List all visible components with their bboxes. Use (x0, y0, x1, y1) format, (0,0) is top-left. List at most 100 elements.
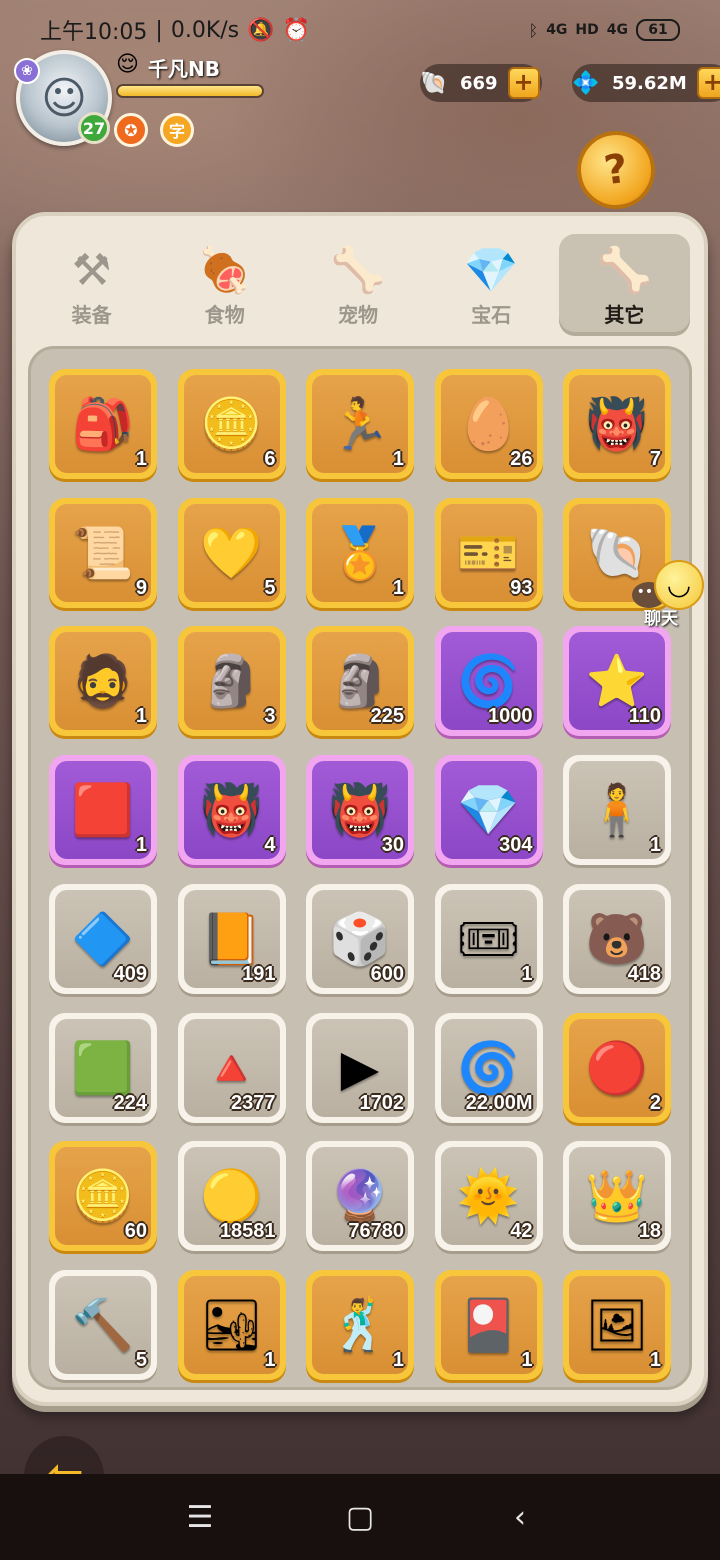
item-count: 409 (113, 962, 147, 985)
item-count: 225 (370, 705, 404, 728)
inventory-item[interactable]: 🎲 600 (306, 883, 414, 994)
net-speed: 0.0K/s (170, 17, 240, 43)
caveman-portrait-icon: 🧔 (71, 652, 135, 711)
add-diamond-button[interactable]: + (696, 67, 720, 99)
green-totem-icon: 🗿 (200, 652, 263, 711)
inventory-item[interactable]: 🔺 2377 (177, 1012, 286, 1123)
tab-pets[interactable]: 🦴 宠物 (292, 234, 423, 336)
inventory-item[interactable]: ▶ 1702 (306, 1012, 414, 1123)
title-badge-icon[interactable]: 字 (160, 113, 194, 147)
rainbow-crystal-icon: 🔮 (328, 1167, 392, 1226)
inventory-item[interactable]: 🟥 1 (49, 755, 157, 866)
inventory-item[interactable]: 🎴 1 (434, 1269, 543, 1380)
inventory-item[interactable]: 🟡 18581 (177, 1141, 286, 1252)
inventory-item[interactable]: 🕺 1 (306, 1269, 414, 1380)
item-count: 224 (113, 1091, 147, 1114)
tab-gems[interactable]: 💎 宝石 (426, 234, 557, 336)
inventory-item[interactable]: 🔨 5 (49, 1269, 157, 1380)
tab-equipment[interactable]: ⚒ 装备 (26, 234, 157, 336)
gem-icon: 💎 (463, 245, 519, 296)
question-coin-icon: ? (571, 125, 661, 215)
mute-icon: 🔕 (247, 17, 275, 43)
castle-scroll-icon: 📜 (71, 523, 135, 582)
red-ticket-icon: 🔺 (200, 1038, 263, 1097)
inventory-item[interactable]: 🌀 22.00M (434, 1012, 543, 1123)
inventory-item[interactable]: 👹 4 (177, 755, 286, 866)
inventory-item[interactable]: 👹 7 (563, 369, 671, 479)
inventory-item[interactable]: 🪙 60 (49, 1141, 157, 1252)
inventory-item[interactable]: 🎫 93 (434, 497, 543, 608)
inventory-item[interactable]: 👑 18 (563, 1141, 671, 1252)
inventory-item[interactable]: 👹 30 (306, 755, 414, 866)
inventory-item[interactable]: 🧔 1 (49, 626, 157, 737)
inventory-item[interactable]: 🏜 1 (177, 1269, 286, 1380)
item-count: 600 (370, 962, 404, 985)
inventory-item[interactable]: 🟩 224 (49, 1012, 157, 1123)
chat-label: 聊天 (644, 609, 678, 629)
gold-char-coin-icon: 🟡 (200, 1167, 263, 1226)
add-shell-button[interactable]: + (507, 67, 540, 99)
gold-coin-icon: 🪙 (200, 395, 263, 453)
item-count: 1 (264, 1348, 276, 1371)
inventory-item[interactable]: 🖼 1 (563, 1269, 671, 1380)
battery-icon: 61 (636, 19, 680, 41)
inventory-item[interactable]: 📜 9 (49, 497, 157, 608)
figure-card-icon: 🧍 (585, 781, 649, 840)
menu-nav-icon[interactable]: ☰ (170, 1500, 230, 1535)
item-count: 5 (264, 576, 276, 599)
inventory-item[interactable]: 💎 304 (434, 755, 543, 866)
inventory-item[interactable]: 🥚 26 (434, 369, 543, 479)
medal-icon: 🏅 (328, 523, 392, 582)
home-nav-icon[interactable]: ▢ (330, 1500, 390, 1535)
star-sticks-icon: ⭐ (585, 652, 649, 711)
currency-diamond: 💠 59.62M + (572, 64, 720, 102)
red-card-icon: 🟥 (71, 781, 135, 840)
inventory-item[interactable]: 🔮 76780 (306, 1141, 414, 1252)
item-count: 1 (135, 834, 147, 857)
item-count: 1 (521, 1348, 533, 1371)
inventory-item[interactable]: 📙 191 (177, 883, 286, 994)
item-count: 1000 (488, 705, 533, 728)
inventory-item[interactable]: 🏃 1 (306, 369, 414, 479)
item-count: 1 (649, 834, 661, 857)
signal-4g-1: 4G (546, 22, 568, 38)
monster-chest-icon: 👹 (200, 781, 263, 840)
tab-food[interactable]: 🍖 食物 (159, 234, 290, 336)
inventory-item[interactable]: 🧍 1 (563, 755, 671, 866)
inventory-item[interactable]: 🏅 1 (306, 497, 414, 608)
item-count: 76780 (348, 1220, 404, 1243)
item-count: 4 (264, 834, 276, 857)
item-count: 2377 (231, 1091, 276, 1114)
inventory-item[interactable]: 🐻 418 (563, 883, 671, 994)
item-count: 110 (628, 705, 661, 728)
rank-badge-icon[interactable]: ✪ (114, 113, 148, 147)
tab-label: 食物 (204, 303, 245, 327)
dice-icon: 🎲 (328, 909, 392, 968)
item-count: 18 (638, 1220, 661, 1243)
inventory-item[interactable]: 🌀 1000 (434, 626, 543, 737)
shell-amount: 669 (460, 72, 498, 94)
inventory-item[interactable]: 🎒 1 (49, 369, 157, 479)
fire-orb-icon: 🔴 (585, 1038, 649, 1097)
inventory-item[interactable]: 🎟 1 (434, 883, 543, 994)
xp-bar (116, 84, 264, 98)
back-nav-icon[interactable]: ‹ (490, 1500, 550, 1535)
avatar-frame-badge-icon: ❀ (14, 58, 40, 84)
pink-crystal-icon: 💎 (457, 781, 520, 840)
inventory-item[interactable]: 🪙 6 (177, 369, 286, 479)
bluetooth-icon: ᛒ (528, 20, 539, 40)
item-count: 93 (510, 576, 533, 599)
inventory-item[interactable]: 🗿 3 (177, 626, 286, 737)
inventory-item[interactable]: 🗿 225 (306, 626, 414, 737)
help-button[interactable]: ? (562, 120, 672, 220)
item-count: 1 (392, 576, 404, 599)
dance-card-icon: 🕺 (328, 1295, 392, 1354)
food-bowl-icon: 🍖 (197, 245, 253, 296)
inventory-item[interactable]: 🔴 2 (563, 1012, 671, 1123)
inventory-item[interactable]: 🔷 409 (49, 883, 157, 994)
desert-scene-icon: 🏜 (199, 1295, 264, 1354)
inventory-item[interactable]: ⭐ 110 (563, 626, 671, 737)
inventory-item[interactable]: 💛 5 (177, 497, 286, 608)
inventory-item[interactable]: 🌞 42 (434, 1141, 543, 1252)
tab-other[interactable]: 🦴 其它 (558, 234, 691, 336)
